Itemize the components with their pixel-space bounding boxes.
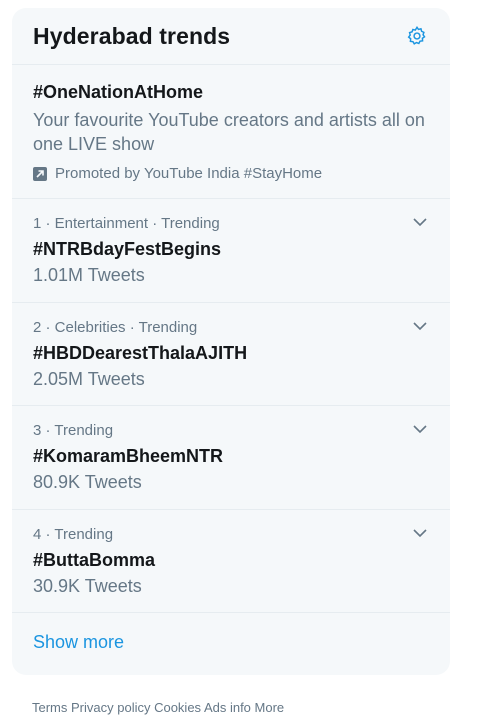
promoted-trend[interactable]: #OneNationAtHome Your favourite YouTube … [12, 65, 450, 199]
trends-panel: Hyderabad trends #OneNationAtHome Your f… [12, 8, 450, 675]
trend-tweet-count: 80.9K Tweets [33, 472, 142, 492]
chevron-down-icon[interactable] [412, 318, 428, 334]
promoted-arrow-icon [33, 166, 47, 181]
trend-meta: 2 · Celebrities · Trending [33, 318, 198, 336]
chevron-down-icon[interactable] [412, 214, 428, 230]
trend-tweet-count: 30.9K Tweets [33, 575, 142, 596]
trend-meta: 1 · Entertainment · Trending [33, 215, 220, 232]
trend-item[interactable]: 3 · Trending #KomaramBheemNTR 80.9K Twee… [12, 406, 450, 510]
trend-item[interactable]: 2 · Celebrities · Trending #HBDDearestTh… [12, 303, 450, 406]
promoted-hashtag: #OneNationAtHome [33, 82, 204, 102]
trend-meta: 4 · Trending [33, 525, 114, 543]
chevron-down-icon[interactable] [412, 525, 428, 541]
chevron-down-icon[interactable] [412, 421, 428, 437]
trends-header: Hyderabad trends [12, 8, 450, 65]
trend-meta: 3 · Trending [33, 422, 114, 439]
trend-name: #NTRBdayFestBegins [33, 239, 222, 259]
promoted-description: Your favourite YouTube creators and arti… [33, 110, 425, 154]
gear-icon[interactable] [404, 23, 430, 49]
trend-tweet-count: 2.05M Tweets [33, 368, 145, 389]
show-more-link[interactable]: Show more [12, 613, 450, 672]
promoted-meta: Promoted by YouTube India #StayHome [33, 165, 429, 182]
trend-tweet-count: 1.01M Tweets [33, 265, 145, 285]
trend-item[interactable]: 1 · Entertainment · Trending #NTRBdayFes… [12, 199, 450, 303]
trend-name: #KomaramBheemNTR [33, 446, 224, 466]
footer-links[interactable]: Terms Privacy policy Cookies Ads info Mo… [32, 700, 284, 715]
trend-name: #HBDDearestThalaAJITH [33, 342, 248, 363]
trend-name: #ButtaBomma [33, 549, 156, 570]
trend-item[interactable]: 4 · Trending #ButtaBomma 30.9K Tweets [12, 510, 450, 613]
trends-title: Hyderabad trends [33, 22, 231, 49]
promoted-by-label: Promoted by YouTube India #StayHome [55, 165, 323, 182]
